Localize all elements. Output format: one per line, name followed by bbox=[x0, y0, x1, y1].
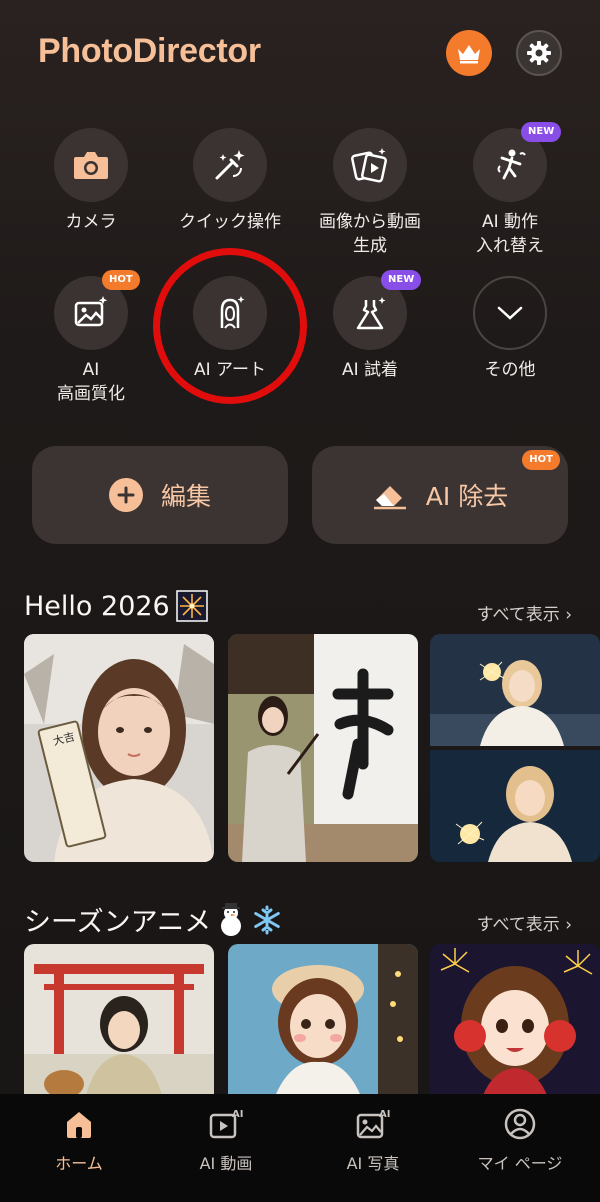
see-all-link[interactable]: すべて表示 › bbox=[477, 910, 572, 935]
section-title-text: Hello 2026 bbox=[24, 590, 170, 622]
plus-icon bbox=[108, 478, 143, 512]
enhance-image-icon bbox=[74, 296, 108, 327]
tool-motion-circle: NEW bbox=[473, 122, 562, 202]
template-thumbnail[interactable]: 大吉 bbox=[24, 634, 214, 862]
ai-remove-button[interactable]: AI 除去 HOT bbox=[312, 446, 568, 544]
ai-video-icon: AI bbox=[209, 1109, 243, 1139]
eraser-icon bbox=[373, 486, 406, 510]
ai-portrait-icon bbox=[220, 296, 245, 329]
nav-label: AI 動画 bbox=[199, 1154, 253, 1173]
thumbnail-image bbox=[228, 944, 418, 1104]
magic-wand-icon bbox=[215, 150, 245, 180]
image-to-video-icon bbox=[351, 148, 387, 183]
template-thumbnail[interactable] bbox=[228, 634, 418, 862]
snowman-emoji-icon bbox=[221, 902, 242, 936]
gear-icon bbox=[527, 41, 551, 65]
tool-label: AI 試着 bbox=[341, 360, 399, 380]
svg-text:AI: AI bbox=[232, 1109, 243, 1120]
nav-ai-video[interactable]: AI AI 動画 bbox=[151, 1102, 301, 1174]
nav-label: AI 写真 bbox=[346, 1154, 400, 1173]
template-thumbnail[interactable] bbox=[430, 944, 600, 1104]
tool-camera-circle bbox=[54, 128, 128, 202]
snowflake-emoji-icon bbox=[254, 905, 280, 934]
template-thumbnail[interactable] bbox=[228, 944, 418, 1104]
tool-quick-action[interactable]: クイック操作 bbox=[160, 128, 300, 234]
fireworks-emoji-icon bbox=[175, 590, 208, 622]
edit-button[interactable]: 編集 bbox=[32, 446, 288, 544]
thumbnail-image bbox=[430, 634, 600, 862]
template-thumbnail[interactable] bbox=[24, 944, 214, 1104]
tool-ai-try-on[interactable]: NEW AI 試着 bbox=[300, 270, 440, 382]
tool-ai-enhance[interactable]: HOT AI 高画質化 bbox=[21, 270, 161, 406]
tool-video-circle bbox=[333, 128, 407, 202]
dress-icon bbox=[356, 297, 386, 330]
app-title: PhotoDirector bbox=[38, 32, 261, 70]
new-badge: NEW bbox=[381, 270, 422, 290]
tool-image-to-video[interactable]: 画像から動画 生成 bbox=[300, 128, 440, 258]
hot-badge: HOT bbox=[522, 450, 560, 470]
template-thumbnail[interactable] bbox=[430, 634, 600, 862]
svg-text:AI: AI bbox=[379, 1109, 390, 1120]
thumbnail-image bbox=[228, 634, 418, 862]
tool-label: カメラ bbox=[65, 212, 117, 232]
hot-badge: HOT bbox=[102, 270, 140, 290]
header: PhotoDirector bbox=[0, 0, 600, 110]
section-title-text: シーズンアニメ bbox=[24, 907, 212, 938]
premium-button[interactable] bbox=[446, 30, 492, 76]
tool-try-on-circle: NEW bbox=[333, 270, 422, 350]
app-screen: PhotoDirector カメラ クイック操作 画像から動画 生成 NEW A… bbox=[0, 0, 600, 1202]
ai-remove-label: AI 除去 bbox=[425, 482, 509, 511]
crown-icon bbox=[458, 45, 480, 64]
tool-label: 画像から動画 生成 bbox=[319, 212, 421, 256]
tool-label: AI アート bbox=[193, 360, 267, 380]
bottom-navigation: ホーム AI AI 動画 AI AI 写真 マイ ページ bbox=[0, 1094, 600, 1202]
new-badge: NEW bbox=[521, 122, 562, 142]
nav-home[interactable]: ホーム bbox=[4, 1102, 154, 1174]
chevron-down-icon bbox=[497, 306, 523, 320]
tool-label: その他 bbox=[484, 360, 536, 380]
thumbnail-image bbox=[24, 944, 214, 1104]
tool-ai-art[interactable]: AI アート bbox=[160, 276, 300, 382]
home-icon bbox=[67, 1112, 91, 1138]
tool-more[interactable]: その他 bbox=[440, 276, 580, 382]
thumbnail-image bbox=[430, 944, 600, 1104]
tool-ai-art-circle bbox=[193, 276, 267, 350]
user-icon bbox=[504, 1108, 536, 1140]
tool-label: AI 動作 入れ替え bbox=[476, 212, 544, 256]
tool-ai-motion-swap[interactable]: NEW AI 動作 入れ替え bbox=[440, 122, 580, 258]
tool-camera[interactable]: カメラ bbox=[21, 128, 161, 234]
nav-ai-photo[interactable]: AI AI 写真 bbox=[298, 1102, 448, 1174]
dancing-figure-icon bbox=[497, 149, 526, 180]
tool-label: AI 高画質化 bbox=[57, 360, 125, 404]
section-title-hello-2026: Hello 2026 bbox=[24, 590, 208, 622]
section-title-season-anime: シーズンアニメ bbox=[24, 900, 283, 939]
camera-icon bbox=[74, 152, 108, 179]
settings-button[interactable] bbox=[516, 30, 562, 76]
tool-label: クイック操作 bbox=[179, 212, 281, 232]
tool-enhance-circle: HOT bbox=[54, 270, 140, 350]
edit-label: 編集 bbox=[160, 482, 211, 511]
nav-my-page[interactable]: マイ ページ bbox=[445, 1102, 595, 1174]
thumbnail-image: 大吉 bbox=[24, 634, 214, 862]
tool-quick-circle bbox=[193, 128, 267, 202]
tool-more-circle bbox=[473, 276, 547, 350]
see-all-link[interactable]: すべて表示 › bbox=[477, 600, 572, 625]
nav-label: マイ ページ bbox=[477, 1154, 563, 1173]
ai-photo-icon: AI bbox=[356, 1109, 390, 1139]
nav-label: ホーム bbox=[55, 1154, 103, 1173]
